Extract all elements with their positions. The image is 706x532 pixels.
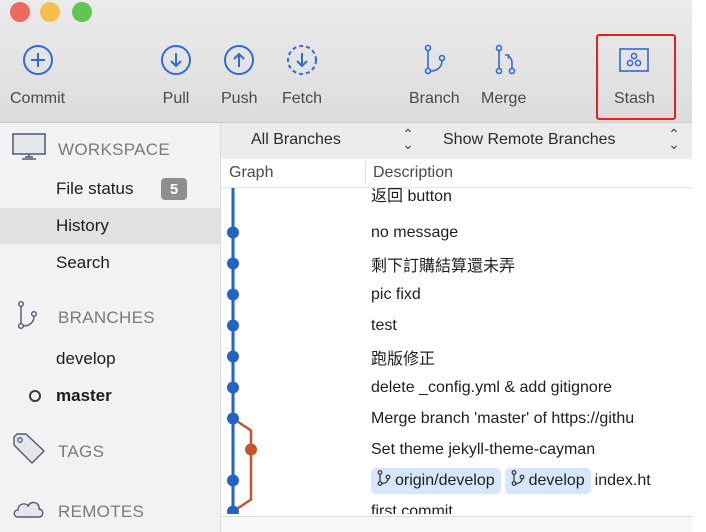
commit-message: pic fixd — [371, 285, 421, 303]
search-label: Search — [56, 253, 110, 272]
commit-label: Commit — [10, 90, 66, 107]
sidebar-item-branch-develop[interactable]: develop — [0, 341, 220, 377]
commit-message: delete _config.yml & add gitignore — [371, 378, 613, 396]
minimize-window-button[interactable] — [40, 2, 60, 22]
branches-label: BRANCHES — [58, 307, 155, 327]
description-column-header[interactable]: Description — [373, 164, 453, 182]
stash-highlight-box — [596, 34, 676, 120]
push-button[interactable]: Push — [221, 44, 257, 108]
commit-message: first commit — [371, 502, 453, 515]
commit-row[interactable]: 跑版修正 — [371, 341, 435, 372]
commit-list: 返回 button no message 剩下訂購結算還未弄 pic fixd test… — [221, 188, 692, 514]
commit-message: Merge branch 'master' of https://githu — [371, 409, 635, 427]
remotes-label: REMOTES — [58, 501, 145, 521]
tags-section-header[interactable]: TAGS — [12, 433, 104, 470]
arrow-up-circle-icon — [221, 44, 257, 76]
workspace-label: WORKSPACE — [58, 139, 170, 159]
branch-label: Branch — [409, 90, 460, 107]
branch-tag-label: develop — [528, 471, 585, 489]
pull-button[interactable]: Pull — [158, 44, 194, 108]
commit-row[interactable]: pic fixd — [371, 279, 421, 310]
pull-label: Pull — [162, 90, 190, 107]
branch-tag[interactable]: develop — [504, 467, 591, 494]
plus-circle-icon — [20, 44, 56, 76]
commit-row[interactable]: 返回 button — [371, 188, 452, 209]
current-branch-indicator-icon — [29, 390, 41, 402]
branch-master-label: master — [56, 386, 112, 405]
commit-message: 剩下訂購結算還未弄 — [371, 257, 516, 275]
cloud-icon — [12, 497, 46, 526]
fetch-label: Fetch — [282, 90, 323, 107]
column-divider[interactable] — [365, 161, 366, 185]
commit-row[interactable]: 剩下訂購結算還未弄 — [371, 248, 515, 279]
dashed-arrow-down-circle-icon — [284, 44, 320, 76]
remote-branches-select[interactable]: Show Remote Branches — [443, 131, 616, 149]
arrow-down-circle-icon — [158, 44, 194, 76]
file-status-label: File status — [56, 179, 134, 198]
branch-icon — [511, 470, 529, 491]
merge-button[interactable]: Merge — [481, 44, 526, 108]
toolbar: Commit Pull Push Fetch Branch Merge Stas… — [0, 0, 692, 123]
history-label: History — [56, 216, 109, 235]
branch-tag[interactable]: origin/develop — [371, 467, 501, 494]
commit-message: test — [371, 316, 397, 334]
branches-section-header[interactable]: BRANCHES — [12, 301, 155, 334]
commit-row[interactable]: Set theme jekyll-theme-cayman — [371, 434, 595, 465]
commit-message: 跑版修正 — [371, 350, 436, 368]
commit-row[interactable]: no message — [371, 217, 458, 248]
remotes-section-header[interactable]: REMOTES — [12, 497, 144, 526]
filter-bar: All Branches ⌃ ⌄ Show Remote Branches ⌃ ⌄ — [221, 123, 692, 159]
branch-develop-label: develop — [56, 349, 116, 368]
sidebar-item-branch-master[interactable]: master — [0, 378, 220, 414]
close-window-button[interactable] — [10, 2, 30, 22]
branch-icon — [12, 301, 46, 334]
column-headers: Graph Description — [221, 159, 692, 188]
tag-icon — [12, 433, 46, 470]
push-label: Push — [221, 90, 258, 107]
commit-message: 返回 button — [371, 188, 452, 205]
commit-button[interactable]: Commit — [10, 44, 65, 108]
branch-button[interactable]: Branch — [409, 44, 460, 108]
branch-icon — [416, 44, 452, 76]
history-panel: All Branches ⌃ ⌄ Show Remote Branches ⌃ ⌄ … — [221, 123, 692, 532]
file-status-count-badge: 5 — [161, 178, 187, 200]
sidebar: WORKSPACE File status 5 History Search B… — [0, 123, 221, 532]
branch-tag-label: origin/develop — [395, 471, 495, 489]
monitor-icon — [12, 133, 46, 166]
tags-label: TAGS — [58, 441, 105, 461]
workspace-section-header: WORKSPACE — [12, 133, 170, 166]
graph-column-header[interactable]: Graph — [229, 164, 273, 182]
chevron-updown-icon[interactable]: ⌃ ⌄ — [668, 127, 680, 151]
commit-message: Set theme jekyll-theme-cayman — [371, 440, 596, 458]
sidebar-item-history[interactable]: History — [0, 208, 220, 244]
fetch-button[interactable]: Fetch — [282, 44, 322, 108]
commit-row[interactable]: delete _config.yml & add gitignore — [371, 372, 612, 403]
branch-filter-select[interactable]: All Branches — [251, 131, 341, 149]
chevron-updown-icon[interactable]: ⌃ ⌄ — [402, 127, 414, 151]
zoom-window-button[interactable] — [72, 2, 92, 22]
horizontal-scrollbar[interactable] — [221, 516, 692, 532]
sidebar-item-search[interactable]: Search — [0, 245, 220, 281]
commit-row[interactable]: origin/develop develop index.ht — [371, 465, 651, 496]
branch-icon — [377, 470, 395, 491]
commit-message: no message — [371, 223, 459, 241]
merge-label: Merge — [481, 90, 527, 107]
sidebar-item-file-status[interactable]: File status 5 — [0, 171, 220, 207]
commit-row[interactable]: test — [371, 310, 397, 341]
merge-icon — [486, 44, 522, 76]
commit-row[interactable]: first commit — [371, 496, 453, 515]
commit-row[interactable]: Merge branch 'master' of https://githu — [371, 403, 634, 434]
sourcetree-window: Commit Pull Push Fetch Branch Merge Stas… — [0, 0, 692, 532]
commit-message: index.ht — [594, 471, 651, 489]
